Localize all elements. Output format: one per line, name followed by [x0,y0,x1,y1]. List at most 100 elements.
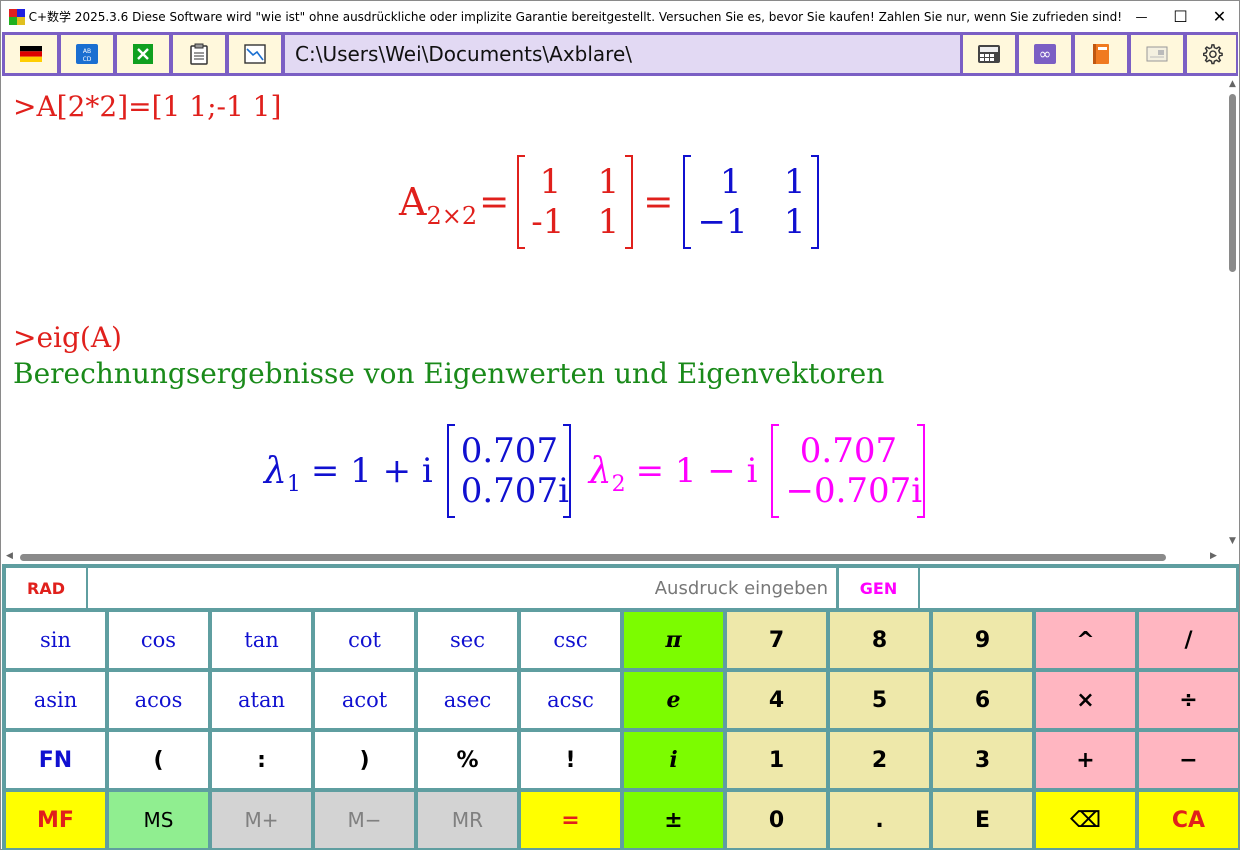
key-slash[interactable]: / [1139,612,1238,668]
scroll-down-arrow-icon[interactable]: ▼ [1229,536,1236,546]
vertical-scrollbar[interactable]: ▲ ▼ [1226,76,1239,550]
key-2[interactable]: 2 [830,732,929,788]
settings-button[interactable] [1187,35,1236,73]
key-plus[interactable]: + [1036,732,1135,788]
path-field[interactable]: C:\Users\Wei\Documents\Axblare\ [285,35,960,73]
command-line-2: >eig(A) [13,321,122,354]
plot-button[interactable] [229,35,281,73]
key-3[interactable]: 3 [933,732,1032,788]
key-asec[interactable]: asec [418,672,517,728]
language-button[interactable] [5,35,57,73]
svg-text:AB: AB [83,48,91,55]
result-description: Berechnungsergebnisse von Eigenwerten un… [13,357,885,390]
key-csc[interactable]: csc [521,612,620,668]
clipboard-button[interactable] [173,35,225,73]
excel-button[interactable] [117,35,169,73]
key-4[interactable]: 4 [727,672,826,728]
matrix-cell: 1 [719,162,742,202]
key-cot[interactable]: cot [315,612,414,668]
horizontal-scroll-thumb[interactable] [20,554,1166,561]
scroll-right-arrow-icon[interactable]: ▶ [1210,551,1217,561]
infinity-button[interactable]: ∞ [1019,35,1071,73]
key-factorial[interactable]: ! [521,732,620,788]
key-asin[interactable]: asin [6,672,105,728]
key-e[interactable]: e [624,672,723,728]
key-power[interactable]: ^ [1036,612,1135,668]
key-i[interactable]: i [624,732,723,788]
key-divide[interactable]: ÷ [1139,672,1238,728]
key-acot[interactable]: acot [315,672,414,728]
scroll-left-arrow-icon[interactable]: ◀ [6,551,13,561]
key-0[interactable]: 0 [727,792,826,848]
vector-cell: 0.707i [460,471,569,511]
key-multiply[interactable]: × [1036,672,1135,728]
backspace-icon-button[interactable]: ⌫ [1036,792,1135,848]
key-e[interactable]: E [933,792,1032,848]
lambda-1-sub: 1 [286,471,301,497]
minimize-button[interactable]: — [1122,1,1161,32]
key-pi[interactable]: π [624,612,723,668]
infinity-icon: ∞ [1034,44,1056,64]
key-mr[interactable]: MR [418,792,517,848]
matrix-cell: -1 [531,202,565,242]
key-9[interactable]: 9 [933,612,1032,668]
horizontal-scrollbar[interactable]: ◀ ▶ [2,550,1239,564]
eigen-results: λ 1 = 1 + i 0.707 0.707i λ 2 = 1 − i 0.7… [264,422,926,520]
key-1[interactable]: 1 [727,732,826,788]
key-open-paren[interactable]: ( [109,732,208,788]
key-ca[interactable]: CA [1139,792,1238,848]
key-colon[interactable]: : [212,732,311,788]
matrix-row: −1 1 [697,202,805,242]
matrix-name: A [399,180,427,224]
key-tan[interactable]: tan [212,612,311,668]
window-title: C+数学 2025.3.6 Diese Software wird "wie i… [28,10,1123,24]
maximize-button[interactable]: ☐ [1161,1,1200,32]
secondary-input[interactable] [920,568,1236,608]
keyboard-button[interactable]: AB CD [61,35,113,73]
expression-input[interactable]: Ausdruck eingeben [88,568,836,608]
key-decimal[interactable]: . [830,792,929,848]
key-acsc[interactable]: acsc [521,672,620,728]
matrix-equation: A 2×2 = 1 1 -1 1 = 1 1 −1 1 [399,154,820,250]
toolbar: AB CD C:\Users\Wei\Documents\Axblare\ ∞ [2,32,1238,76]
command-line-1: >A[2*2]=[1 1;-1 1] [13,90,282,123]
equals-sign: = [479,181,510,223]
key-atan[interactable]: atan [212,672,311,728]
output-area[interactable]: >A[2*2]=[1 1;-1 1] A 2×2 = 1 1 -1 1 = 1 … [2,76,1226,550]
key-minus[interactable]: − [1139,732,1238,788]
key-close-paren[interactable]: ) [315,732,414,788]
scroll-up-arrow-icon[interactable]: ▲ [1229,79,1236,89]
key-memory-subtract[interactable]: M− [315,792,414,848]
book-icon [1093,44,1109,64]
angle-mode-button[interactable]: RAD [6,568,86,608]
svg-text:CD: CD [83,56,92,63]
vector-row: 0.707i [460,471,569,511]
card-button[interactable] [1131,35,1183,73]
key-6[interactable]: 6 [933,672,1032,728]
key-7[interactable]: 7 [727,612,826,668]
key-fn[interactable]: FN [6,732,105,788]
equals-sign: = [643,181,674,223]
calculator-button[interactable] [963,35,1015,73]
close-button[interactable]: ✕ [1200,1,1239,32]
key-sin[interactable]: sin [6,612,105,668]
key-8[interactable]: 8 [830,612,929,668]
key-acos[interactable]: acos [109,672,208,728]
key-memory-add[interactable]: M+ [212,792,311,848]
key-plus-minus[interactable]: ± [624,792,723,848]
vector-cell: 0.707 [460,431,559,471]
help-book-button[interactable] [1075,35,1127,73]
gen-mode-button[interactable]: GEN [839,568,918,608]
key-cos[interactable]: cos [109,612,208,668]
matrix-cell: 1 [597,202,620,242]
key-percent[interactable]: % [418,732,517,788]
key-equals[interactable]: = [521,792,620,848]
key-ms[interactable]: MS [109,792,208,848]
app-window: C+数学 2025.3.6 Diese Software wird "wie i… [0,0,1240,850]
key-mf[interactable]: MF [6,792,105,848]
matrix-cell: 1 [783,202,806,242]
key-sec[interactable]: sec [418,612,517,668]
app-logo-icon [9,8,25,25]
key-5[interactable]: 5 [830,672,929,728]
vertical-scroll-thumb[interactable] [1229,94,1236,272]
